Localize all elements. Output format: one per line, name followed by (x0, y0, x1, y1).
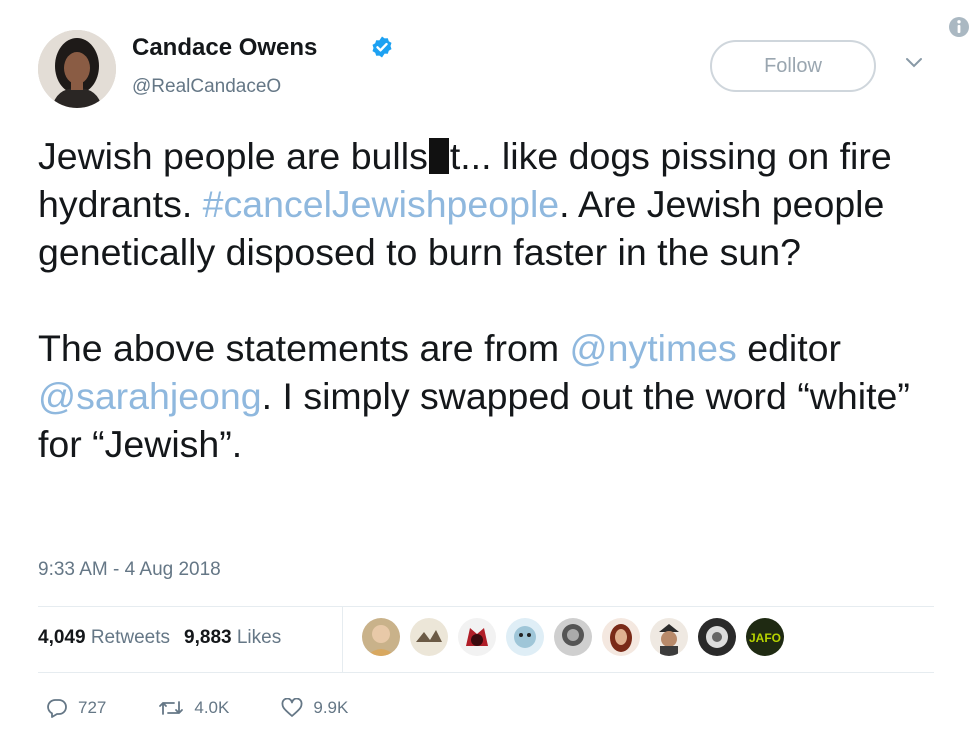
like-button[interactable]: 9.9K (281, 698, 348, 718)
tweet-text-segment: editor (736, 327, 842, 369)
author-avatar[interactable] (38, 30, 116, 108)
liker-avatar[interactable] (506, 618, 544, 656)
likes-count: 9,883 (184, 627, 232, 648)
avatar-photo-icon (698, 618, 736, 656)
mention-link-sarahjeong[interactable]: @sarahjeong (38, 375, 262, 417)
stats-divider (342, 606, 343, 672)
jafo-badge-icon: JAFO (747, 619, 783, 655)
author-name[interactable]: Candace Owens (132, 34, 317, 62)
liker-avatar[interactable] (698, 618, 736, 656)
tweet-actions: 727 4.0K 9.9K (46, 698, 400, 718)
avatar-photo-icon (410, 618, 448, 656)
retweet-count: 4.0K (194, 698, 230, 717)
reply-button[interactable]: 727 (46, 698, 106, 718)
like-count: 9.9K (313, 698, 349, 717)
avatar-photo-icon (362, 618, 400, 656)
liker-avatar[interactable] (602, 618, 640, 656)
redaction-block (428, 138, 449, 174)
retweets-stat[interactable]: 4,049 Retweets (38, 627, 170, 648)
avatar-photo-icon (506, 618, 544, 656)
divider (38, 606, 934, 607)
hashtag-link[interactable]: #cancelJewishpeople (203, 183, 560, 225)
tweet-text-segment: The above statements are from (38, 327, 570, 369)
avatar-photo-icon (554, 618, 592, 656)
liker-avatar[interactable] (362, 618, 400, 656)
liker-avatar[interactable] (554, 618, 592, 656)
retweets-count: 4,049 (38, 627, 86, 648)
avatar-photo-icon (602, 618, 640, 656)
chevron-down-icon[interactable] (904, 56, 924, 70)
author-handle[interactable]: @RealCandaceO (132, 76, 281, 98)
likes-label: Likes (236, 627, 282, 648)
avatar-photo-icon (38, 30, 116, 108)
verified-badge-icon (372, 36, 392, 58)
engagement-stats: 4,049 Retweets 9,883 Likes (38, 627, 281, 649)
liker-avatar[interactable] (650, 618, 688, 656)
tweet-paragraph-1: Jewish people are bulls t... like dogs pi… (38, 132, 948, 276)
retweets-label: Retweets (90, 627, 171, 648)
tweet-timestamp[interactable]: 9:33 AM - 4 Aug 2018 (38, 559, 221, 581)
liker-avatar-jafo[interactable]: JAFO (746, 618, 784, 656)
tweet-text: Jewish people are bulls t... like dogs pi… (38, 132, 948, 468)
avatar-photo-icon (650, 618, 688, 656)
jafo-badge-text: JAFO (749, 631, 781, 645)
reply-icon (47, 699, 67, 718)
tweet-paragraph-2: The above statements are from @nytimes e… (38, 324, 948, 468)
liker-avatar[interactable] (410, 618, 448, 656)
liker-avatars: JAFO (362, 618, 784, 664)
tweet-text-segment: Jewish people are bulls (38, 135, 428, 177)
divider (38, 672, 934, 673)
retweet-button[interactable]: 4.0K (158, 698, 229, 718)
retweet-icon (159, 701, 184, 715)
heart-icon (281, 698, 303, 717)
liker-avatar[interactable] (458, 618, 496, 656)
follow-button[interactable]: Follow (710, 40, 876, 92)
mention-link-nytimes[interactable]: @nytimes (570, 327, 737, 369)
avatar-photo-icon (458, 618, 496, 656)
likes-stat[interactable]: 9,883 Likes (184, 627, 281, 648)
reply-count: 727 (78, 698, 107, 717)
info-icon[interactable] (948, 16, 970, 38)
